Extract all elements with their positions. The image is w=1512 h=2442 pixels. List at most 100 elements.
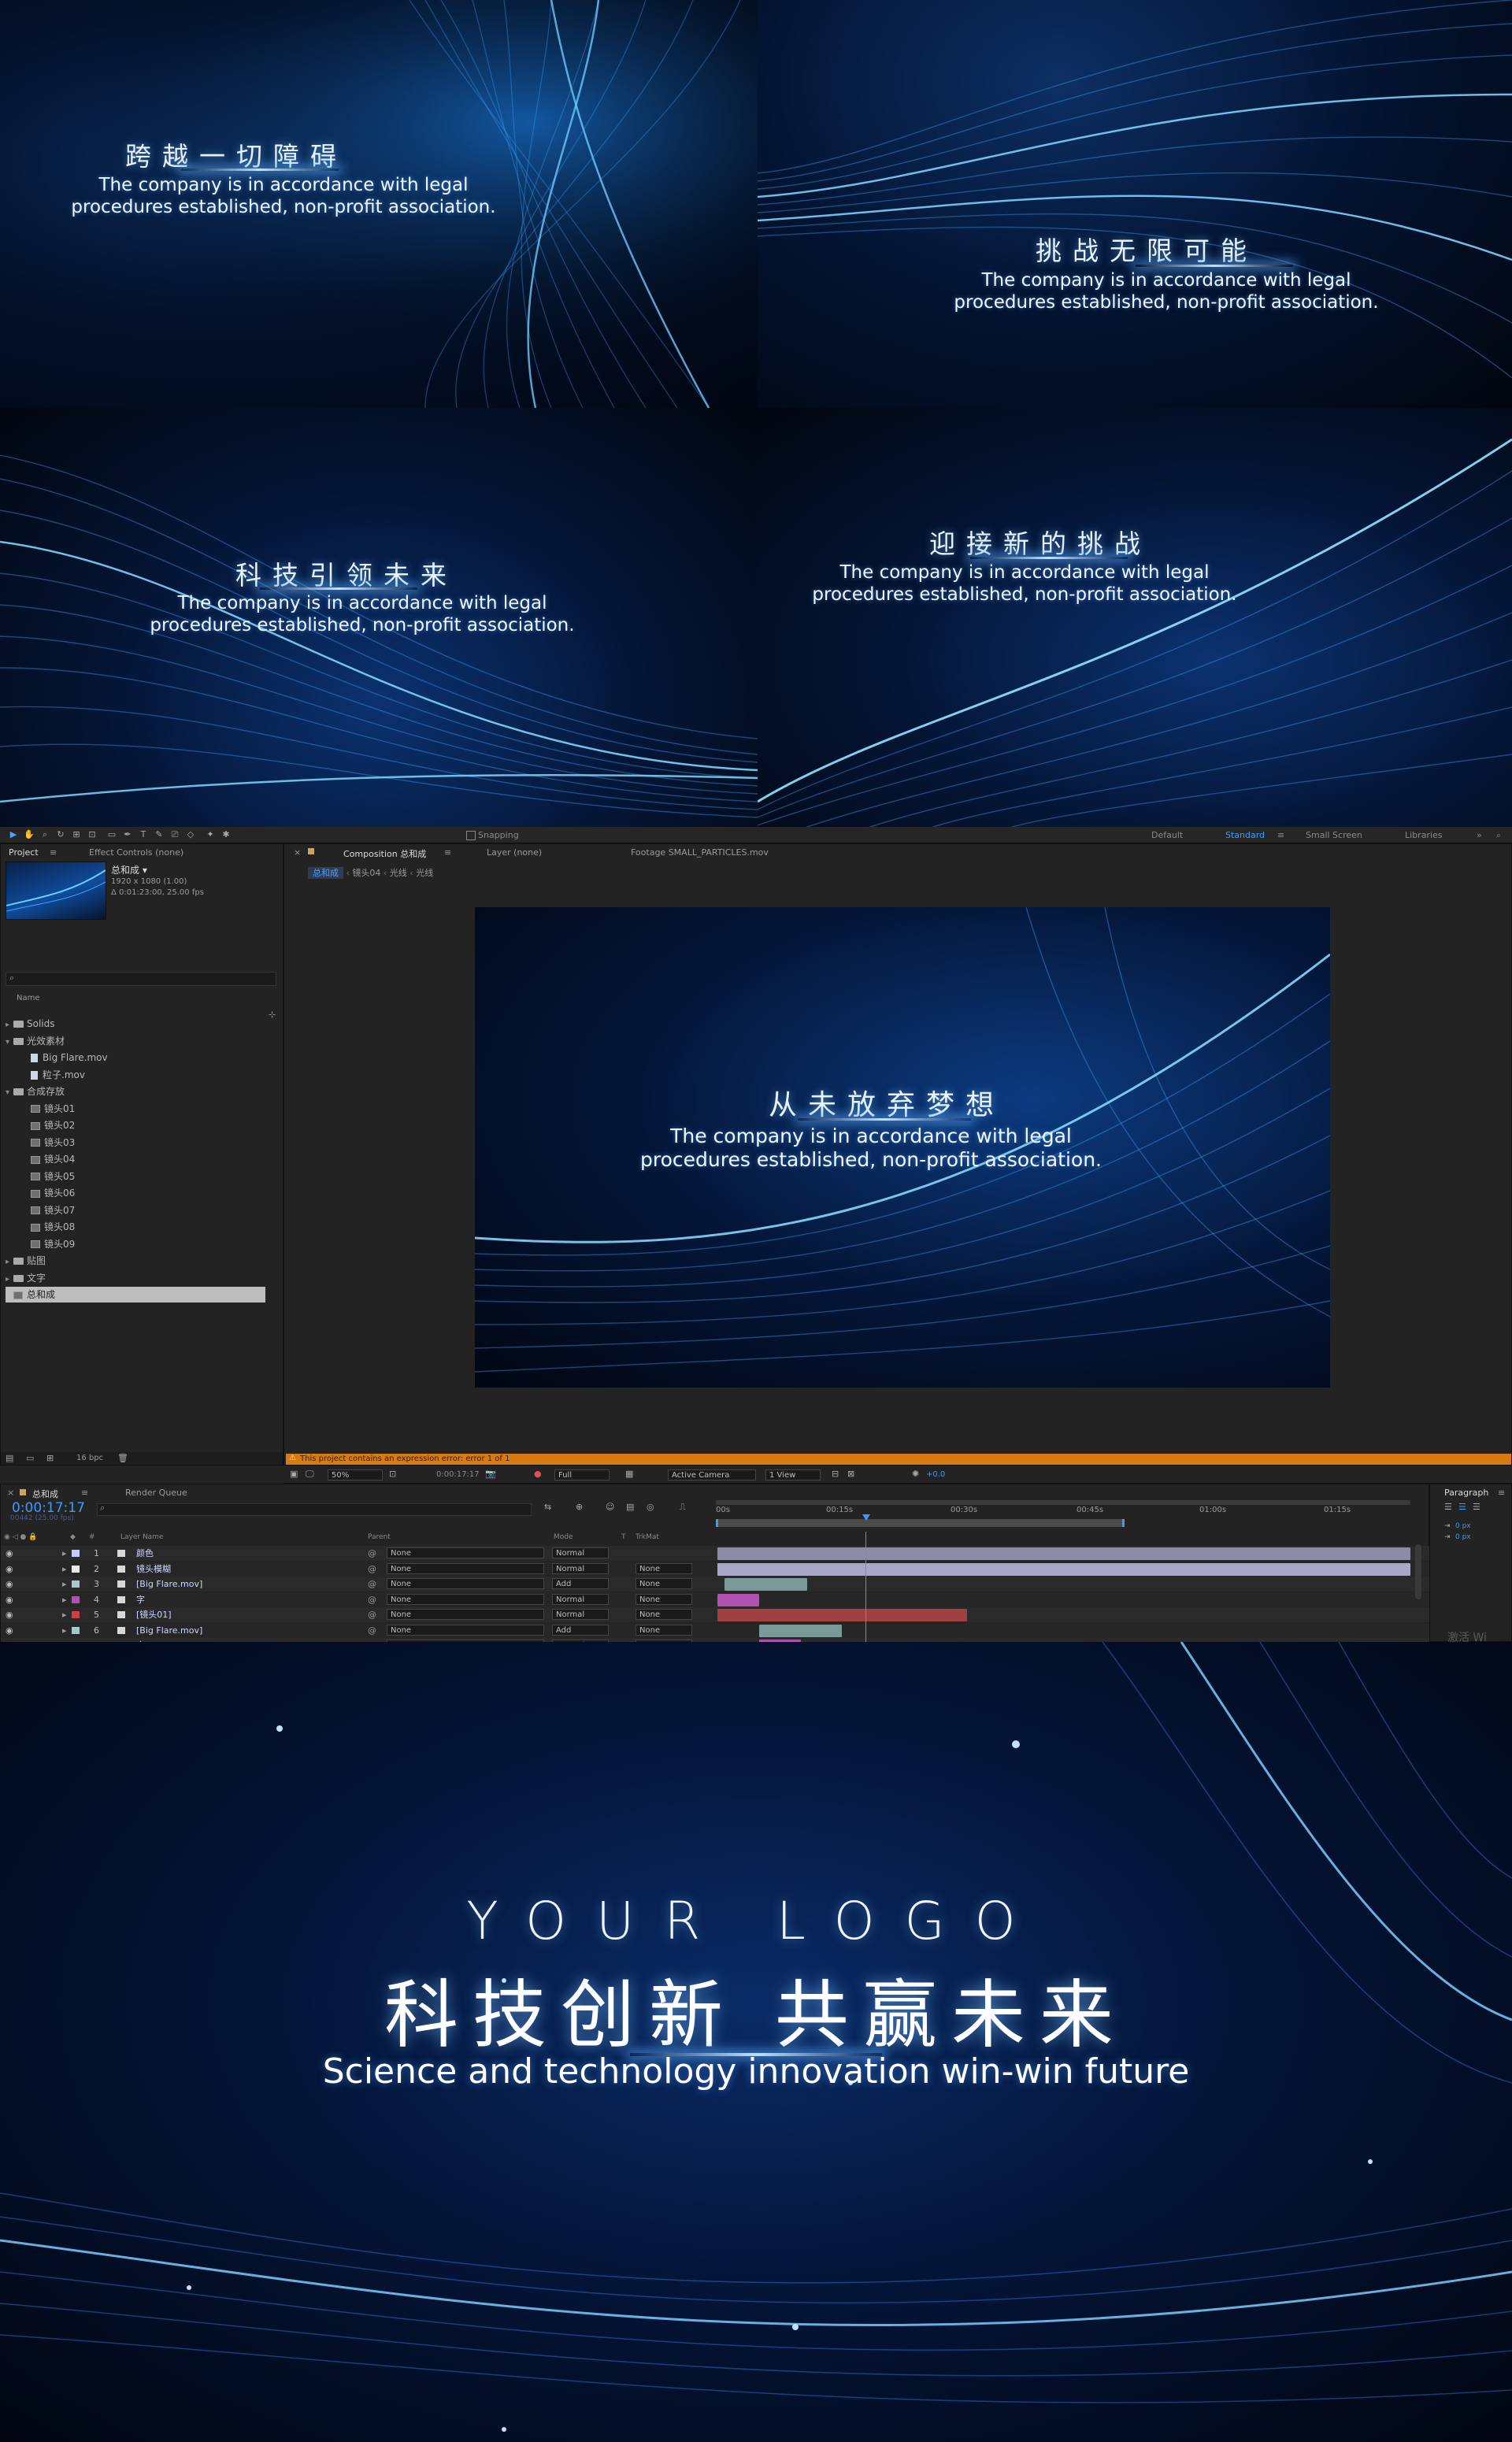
breadcrumb-comp-3[interactable]: 光线	[416, 868, 433, 878]
layer-row[interactable]: ◉ ▸ 3 [Big Flare.mov] @ None Add None	[1, 1577, 1430, 1592]
trkmat-select[interactable]: None	[636, 1562, 692, 1574]
workspace-libraries[interactable]: Libraries	[1405, 830, 1443, 840]
align-center-icon[interactable]: ☰	[1458, 1502, 1466, 1512]
tab-footage[interactable]: Footage SMALL_PARTICLES.mov	[631, 847, 769, 858]
comp-panel-menu-icon[interactable]: ≡	[444, 847, 451, 858]
timeline-menu-icon[interactable]: ≡	[81, 1488, 88, 1498]
space-before-value[interactable]: 0 px	[1455, 1533, 1471, 1541]
shy-layers-icon[interactable]: ☺	[606, 1502, 614, 1512]
expand-layer-icon[interactable]: ▸	[62, 1577, 67, 1592]
workspace-default[interactable]: Default	[1151, 830, 1183, 840]
layer-row[interactable]: ◉ ▸ 5 [镜头01] @ None Normal None	[1, 1607, 1430, 1622]
tab-paragraph[interactable]: Paragraph	[1444, 1488, 1488, 1498]
project-item[interactable]: 粒子.mov	[23, 1067, 85, 1083]
channel-icon[interactable]: ●	[534, 1469, 542, 1479]
layer-name[interactable]: [镜头01]	[136, 1607, 172, 1622]
visibility-eye-icon[interactable]: ◉	[6, 1592, 13, 1607]
trkmat-select[interactable]: None	[636, 1578, 692, 1589]
parent-select[interactable]: None	[387, 1593, 544, 1605]
align-right-icon[interactable]: ☰	[1473, 1502, 1480, 1512]
mode-header[interactable]: Mode	[554, 1533, 573, 1541]
project-item[interactable]: 镜头06	[23, 1185, 75, 1201]
layer-duration-bar[interactable]	[717, 1547, 1410, 1560]
snapping-checkbox[interactable]	[466, 831, 476, 840]
breadcrumb-comp-2[interactable]: 光线	[390, 868, 407, 878]
visibility-eye-icon[interactable]: ◉	[6, 1562, 13, 1577]
trkmat-header[interactable]: TrkMat	[636, 1533, 659, 1541]
workspace-menu-icon[interactable]: ≡	[1277, 830, 1284, 840]
brush-tool-icon[interactable]: ✎	[154, 829, 165, 840]
fast-previews-icon[interactable]: ⊠	[847, 1469, 854, 1479]
trkmat-select[interactable]: None	[636, 1593, 692, 1605]
parent-pickwhip-icon[interactable]: @	[368, 1546, 376, 1561]
motion-blur-icon[interactable]: ◎	[647, 1502, 654, 1512]
project-search-input[interactable]: ⌕	[6, 972, 276, 986]
graph-editor-icon[interactable]: ⎍	[680, 1502, 686, 1513]
pen-tool-icon[interactable]: ✒	[122, 829, 133, 840]
expression-error-bar[interactable]: ⚠ This project contains an expression er…	[286, 1454, 1511, 1465]
rectangle-tool-icon[interactable]: ▭	[106, 829, 117, 840]
frame-blending-icon[interactable]: ▤	[626, 1502, 634, 1512]
work-area-range[interactable]	[716, 1519, 1125, 1527]
roto-brush-tool-icon[interactable]: ✦	[205, 829, 216, 840]
exposure-value[interactable]: +0.0	[926, 1470, 945, 1479]
layer-row[interactable]: ◉ ▸ 1 颜色 @ None Normal	[1, 1546, 1430, 1561]
bpc-button[interactable]: 16 bpc	[76, 1454, 103, 1462]
blend-mode-select[interactable]: Normal	[552, 1547, 609, 1558]
delete-icon[interactable]: 🗑	[117, 1453, 128, 1463]
timeline-current-time[interactable]: 0:00:17:17	[12, 1500, 85, 1516]
parent-pickwhip-icon[interactable]: @	[368, 1592, 376, 1607]
project-item[interactable]: ▸ Solids	[6, 1016, 55, 1032]
views-select[interactable]: 1 View	[765, 1469, 821, 1480]
align-left-icon[interactable]: ☰	[1444, 1502, 1452, 1512]
eraser-tool-icon[interactable]: ◇	[185, 829, 196, 840]
parent-select[interactable]: None	[387, 1624, 544, 1636]
toggle-pixel-aspect-icon[interactable]: ⊟	[832, 1469, 839, 1479]
expand-layer-icon[interactable]: ▸	[62, 1607, 67, 1622]
hand-tool-icon[interactable]: ✋	[24, 829, 35, 840]
trkmat-select[interactable]: None	[636, 1609, 692, 1620]
tab-render-queue[interactable]: Render Queue	[125, 1488, 187, 1498]
zoom-select[interactable]: 50%	[328, 1469, 383, 1480]
comp-mini-flowchart-icon[interactable]: ⇆	[544, 1502, 551, 1512]
layer-name[interactable]: 镜头模糊	[136, 1562, 171, 1577]
layer-duration-bar[interactable]	[717, 1562, 1410, 1576]
parent-select[interactable]: None	[387, 1547, 544, 1558]
project-item[interactable]: 镜头04	[23, 1151, 75, 1167]
work-area-bar[interactable]	[716, 1500, 1410, 1505]
clone-stamp-tool-icon[interactable]: ⎚	[169, 829, 180, 840]
parent-select[interactable]: None	[387, 1578, 544, 1589]
rotate-tool-icon[interactable]: ↻	[55, 829, 66, 840]
exposure-icon[interactable]: ✺	[912, 1469, 919, 1479]
project-item[interactable]: 镜头02	[23, 1117, 75, 1133]
disclosure-triangle-icon[interactable]: ▸	[6, 1254, 13, 1270]
parent-pickwhip-icon[interactable]: @	[368, 1562, 376, 1577]
paragraph-menu-icon[interactable]: ≡	[1498, 1488, 1505, 1498]
project-item[interactable]: ▸ 贴图	[6, 1253, 46, 1269]
new-folder-icon[interactable]: ▭	[26, 1453, 34, 1463]
visibility-eye-icon[interactable]: ◉	[6, 1623, 13, 1638]
zoom-tool-icon[interactable]: ⌕	[39, 829, 50, 840]
layer-row[interactable]: ◉ ▸ 6 [Big Flare.mov] @ None Add None	[1, 1622, 1430, 1638]
layer-name[interactable]: [Big Flare.mov]	[136, 1623, 202, 1638]
breadcrumb-comp-1[interactable]: 镜头04	[352, 868, 380, 878]
layer-name-header[interactable]: Layer Name	[120, 1533, 164, 1541]
layer-search-input[interactable]: ⌕	[97, 1503, 532, 1516]
label-color-swatch[interactable]	[72, 1565, 80, 1573]
timeline-scrollbar[interactable]	[1415, 1544, 1421, 1599]
tab-timeline-comp[interactable]: 总和成	[32, 1488, 58, 1500]
current-time-indicator[interactable]	[862, 1514, 870, 1525]
disclosure-triangle-icon[interactable]: ▾	[6, 1035, 13, 1051]
monitor-icon[interactable]: 🖵	[306, 1469, 314, 1480]
close-tab-icon[interactable]: ×	[294, 847, 301, 858]
transparency-grid-icon[interactable]: ▦	[625, 1469, 633, 1479]
tab-project[interactable]: Project	[9, 847, 39, 858]
tab-layer[interactable]: Layer (none)	[487, 847, 542, 858]
layer-row[interactable]: ◉ ▸ 2 镜头模糊 @ None Normal None	[1, 1561, 1430, 1577]
label-color-swatch[interactable]	[72, 1550, 80, 1557]
selection-tool-icon[interactable]: ▶	[8, 829, 19, 840]
project-item[interactable]: 镜头07	[23, 1202, 75, 1218]
lock-icon[interactable]	[308, 848, 314, 854]
trkmat-select[interactable]: None	[636, 1624, 692, 1636]
project-item[interactable]: 镜头08	[23, 1219, 75, 1235]
